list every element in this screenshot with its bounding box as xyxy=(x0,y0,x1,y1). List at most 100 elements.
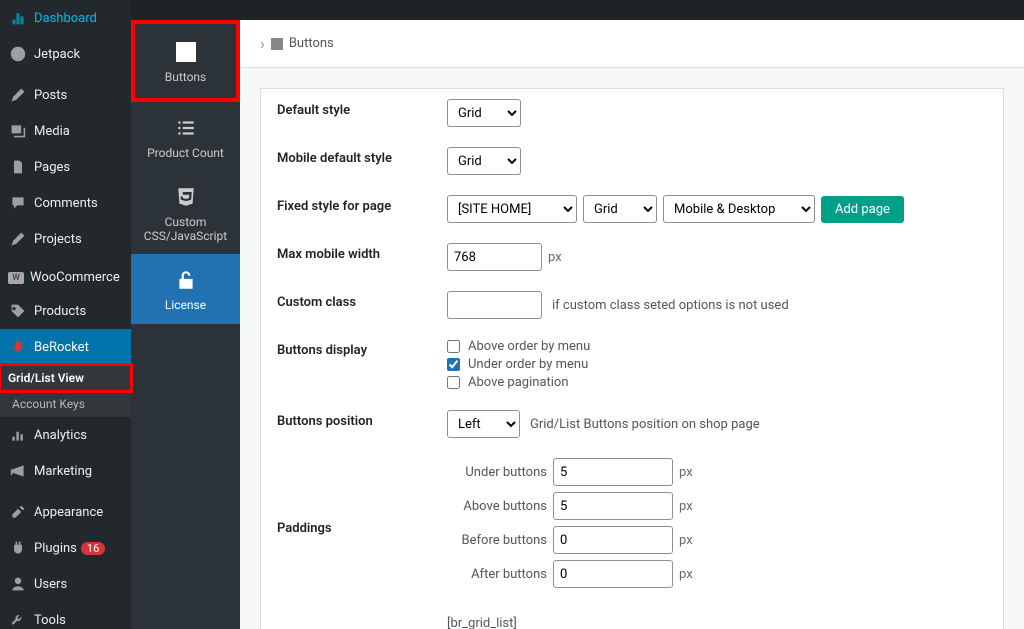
select-fixed-device[interactable]: Mobile & Desktop xyxy=(663,195,815,223)
input-under-buttons[interactable] xyxy=(553,458,673,486)
select-mobile-style[interactable]: Grid xyxy=(447,147,521,175)
breadcrumb: › Buttons xyxy=(240,20,1024,68)
label-buttons-display: Buttons display xyxy=(277,339,447,358)
menu-label: Plugins xyxy=(34,541,77,556)
menu-pages[interactable]: Pages xyxy=(0,149,131,185)
menu-comments[interactable]: Comments xyxy=(0,185,131,221)
unlock-icon xyxy=(173,267,199,293)
settings-panel: Default style Grid Mobile default style … xyxy=(260,88,1004,629)
checkbox-under-order[interactable]: Under order by menu xyxy=(447,357,588,372)
select-fixed-style[interactable]: Grid xyxy=(583,195,657,223)
menu-berocket[interactable]: BeRocket xyxy=(0,329,131,365)
label-max-width: Max mobile width xyxy=(277,243,447,262)
menu-label: BeRocket xyxy=(34,340,89,355)
submenu-accountkeys[interactable]: Account Keys xyxy=(0,391,131,417)
breadcrumb-title: Buttons xyxy=(289,36,334,51)
tab-top-strip xyxy=(131,0,240,20)
menu-label: Users xyxy=(34,577,67,592)
berocket-icon xyxy=(8,337,28,357)
plugins-count-badge: 16 xyxy=(81,542,105,555)
menu-label: Jetpack xyxy=(34,47,80,62)
woocommerce-icon: W xyxy=(8,272,24,284)
unit-px: px xyxy=(679,499,693,514)
unit-px: px xyxy=(548,250,562,265)
menu-label: Marketing xyxy=(34,464,92,479)
menu-products[interactable]: Products xyxy=(0,293,131,329)
menu-label: Analytics xyxy=(34,428,87,443)
menu-label: Dashboard xyxy=(34,11,97,26)
menu-plugins[interactable]: Plugins 16 xyxy=(0,530,131,566)
css-icon xyxy=(173,184,199,210)
posts-icon xyxy=(8,85,28,105)
tab-buttons[interactable]: Buttons xyxy=(131,20,240,102)
tab-product-count[interactable]: Product Count xyxy=(131,102,240,172)
menu-label: Projects xyxy=(34,232,82,247)
menu-media[interactable]: Media xyxy=(0,113,131,149)
label-fixed-style: Fixed style for page xyxy=(277,195,447,214)
input-max-width[interactable] xyxy=(447,243,542,271)
tab-label: Buttons xyxy=(165,70,207,84)
menu-label: Appearance xyxy=(34,505,103,520)
menu-woocommerce[interactable]: W WooCommerce xyxy=(0,262,131,293)
tab-custom-css[interactable]: Custom CSS/JavaScript xyxy=(131,172,240,254)
breadcrumb-icon xyxy=(271,38,283,50)
input-before-buttons[interactable] xyxy=(553,526,673,554)
shortcode-tag: [br_grid_list] xyxy=(447,614,896,629)
menu-posts[interactable]: Posts xyxy=(0,77,131,113)
buttons-icon xyxy=(173,39,199,65)
label-buttons-position: Buttons position xyxy=(277,410,447,429)
input-above-buttons[interactable] xyxy=(553,492,673,520)
comments-icon xyxy=(8,193,28,213)
tab-label: Custom CSS/JavaScript xyxy=(135,215,236,243)
menu-analytics[interactable]: Analytics xyxy=(0,417,131,453)
menu-projects[interactable]: Projects xyxy=(0,221,131,257)
label-mobile-style: Mobile default style xyxy=(277,147,447,166)
analytics-icon xyxy=(8,425,28,445)
list-icon xyxy=(173,115,199,141)
content-area: › Buttons Default style Grid Mobile defa… xyxy=(240,0,1024,629)
submenu-gridlist[interactable]: Grid/List View xyxy=(0,365,131,391)
menu-label: Products xyxy=(34,304,86,319)
label-after-buttons: After buttons xyxy=(447,567,547,582)
select-default-style[interactable]: Grid xyxy=(447,99,521,127)
appearance-icon xyxy=(8,502,28,522)
select-buttons-position[interactable]: Left xyxy=(447,410,520,438)
pages-icon xyxy=(8,157,28,177)
tools-icon xyxy=(8,610,28,629)
unit-px: px xyxy=(679,465,693,480)
chevron-right-icon: › xyxy=(260,34,265,53)
menu-users[interactable]: Users xyxy=(0,566,131,602)
label-paddings: Paddings xyxy=(277,517,447,536)
add-page-button[interactable]: Add page xyxy=(821,196,904,223)
plugin-tabs: Buttons Product Count Custom CSS/JavaScr… xyxy=(131,0,240,629)
tab-license[interactable]: License xyxy=(131,254,240,324)
label-default-style: Default style xyxy=(277,99,447,118)
top-dark-bar xyxy=(240,0,1024,20)
unit-px: px xyxy=(679,533,693,548)
input-custom-class[interactable] xyxy=(447,291,542,319)
menu-label: WooCommerce xyxy=(30,270,120,285)
menu-label: Posts xyxy=(34,88,67,103)
checkbox-above-order[interactable]: Above order by menu xyxy=(447,339,590,354)
unit-px: px xyxy=(679,567,693,582)
menu-label: Pages xyxy=(34,160,70,175)
select-fixed-page[interactable]: [SITE HOME] xyxy=(447,195,577,223)
menu-marketing[interactable]: Marketing xyxy=(0,453,131,489)
tab-label: Product Count xyxy=(147,146,224,160)
projects-icon xyxy=(8,229,28,249)
input-after-buttons[interactable] xyxy=(553,560,673,588)
checkbox-above-pagination[interactable]: Above pagination xyxy=(447,375,569,390)
menu-appearance[interactable]: Appearance xyxy=(0,494,131,530)
label-before-buttons: Before buttons xyxy=(447,533,547,548)
wp-admin-sidebar: Dashboard Jetpack Posts Media Pages Comm… xyxy=(0,0,131,629)
submenu-label: Account Keys xyxy=(12,397,85,411)
menu-jetpack[interactable]: Jetpack xyxy=(0,36,131,72)
hint-position: Grid/List Buttons position on shop page xyxy=(530,417,760,432)
menu-dashboard[interactable]: Dashboard xyxy=(0,0,131,36)
shortcode-info: [br_grid_list] title - Title before butt… xyxy=(447,614,896,629)
label-shortcode: Shortcode xyxy=(277,614,447,629)
menu-tools[interactable]: Tools xyxy=(0,602,131,629)
menu-label: Media xyxy=(34,124,70,139)
media-icon xyxy=(8,121,28,141)
label-custom-class: Custom class xyxy=(277,291,447,310)
